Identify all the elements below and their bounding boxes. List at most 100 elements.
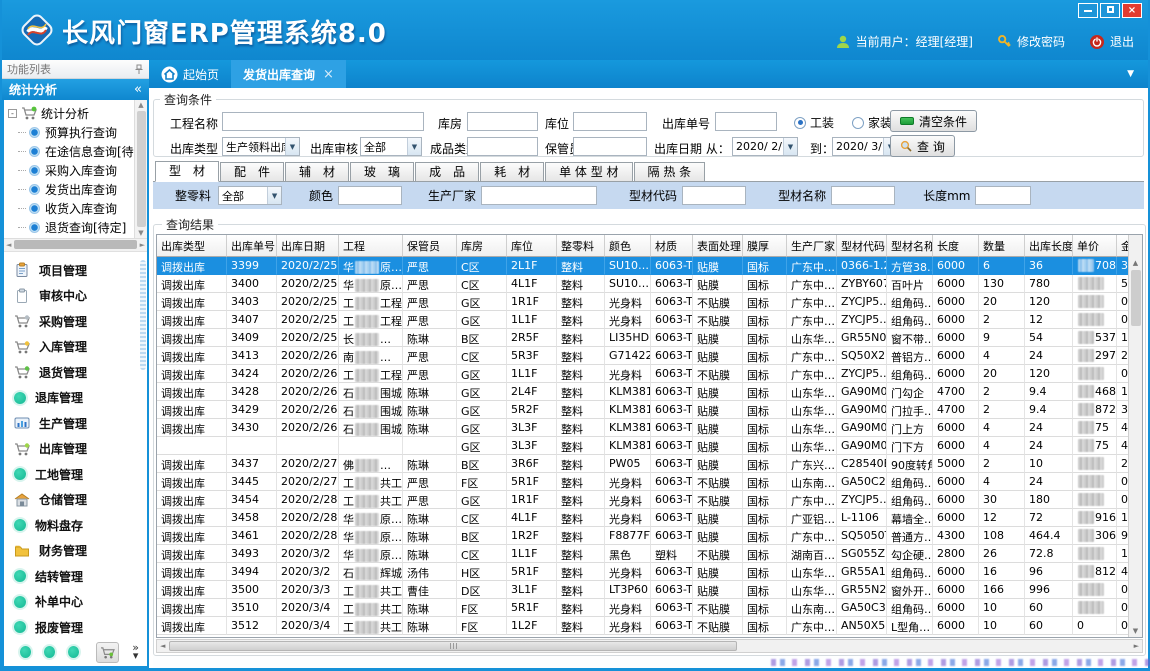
- table-row[interactable]: 调拨出库34002020/2/25华原…严思C区4L1F整料SU10…6063-…: [157, 275, 1142, 293]
- sidebar-item-仓储管理[interactable]: 仓储管理: [14, 487, 147, 513]
- out-type-select[interactable]: 生产领料出库▼: [222, 137, 300, 156]
- tab-active[interactable]: 发货出库查询 ×: [231, 60, 346, 88]
- table-row[interactable]: 调拨出库34242020/2/26工工程严思G区1L1F整料光身料6063-T5…: [157, 365, 1142, 383]
- material-tab[interactable]: 辅 材: [285, 162, 349, 181]
- material-tab[interactable]: 玻 璃: [350, 162, 414, 181]
- date-to-picker[interactable]: 2020/ 3/16▼: [832, 137, 898, 156]
- sidebar-item-退库管理[interactable]: 退库管理: [14, 385, 147, 411]
- column-header[interactable]: 颜色: [605, 235, 651, 257]
- quick-dot-icon[interactable]: [44, 646, 55, 658]
- column-header[interactable]: 生产厂家: [787, 235, 837, 257]
- sidebar-item-补单中心[interactable]: 补单中心: [14, 589, 147, 615]
- change-password-link[interactable]: 修改密码: [997, 33, 1065, 50]
- column-header[interactable]: 库房: [457, 235, 507, 257]
- material-tab[interactable]: 单 体 型 材: [545, 162, 632, 181]
- material-tab[interactable]: 型 材: [155, 161, 219, 182]
- tab-list-caret-icon[interactable]: ▼: [1127, 69, 1134, 79]
- tab-close-icon[interactable]: ×: [323, 67, 334, 82]
- project-name-input[interactable]: [222, 112, 424, 131]
- table-row[interactable]: 调拨出库34542020/2/28工共工程严思G区1R1F整料光身料6063-T…: [157, 491, 1142, 509]
- name-input[interactable]: [831, 186, 895, 205]
- column-header[interactable]: 表面处理: [693, 235, 743, 257]
- tree-item[interactable]: 发货出库查询: [8, 180, 147, 199]
- sidebar-item-审核中心[interactable]: 审核中心: [14, 283, 147, 309]
- column-header[interactable]: 出库长度: [1025, 235, 1073, 257]
- tree-item[interactable]: 采购入库查询: [8, 161, 147, 180]
- minimize-button[interactable]: [1078, 3, 1098, 18]
- column-header[interactable]: 工程: [339, 235, 403, 257]
- clear-conditions-button[interactable]: 清空条件: [890, 110, 977, 132]
- table-row[interactable]: 调拨出库34612020/2/28华原…陈琳B区1R2F整料F8877FT606…: [157, 527, 1142, 545]
- length-input[interactable]: [975, 186, 1031, 205]
- order-no-input[interactable]: [715, 112, 777, 131]
- warehouse-input[interactable]: [467, 112, 538, 131]
- table-row[interactable]: 调拨出库34942020/3/2石辉城汤伟H区5R1F整料光身料6063-T5贴…: [157, 563, 1142, 581]
- vendor-input[interactable]: [481, 186, 597, 205]
- sidebar-section-header[interactable]: 统计分析 «: [2, 79, 149, 100]
- grid-horizontal-scrollbar[interactable]: ◄►: [156, 639, 1143, 653]
- material-tab[interactable]: 耗 材: [480, 162, 544, 181]
- column-header[interactable]: 膜厚: [743, 235, 787, 257]
- tree-root[interactable]: - 统计分析: [8, 103, 147, 123]
- more-chevron[interactable]: »▾: [132, 644, 139, 660]
- tree-item[interactable]: 收货入库查询: [8, 199, 147, 218]
- table-row[interactable]: 调拨出库35102020/3/4工共工程陈琳F区5R1F整料光身料6063-T5…: [157, 599, 1142, 617]
- sidebar-item-财务管理[interactable]: 财务管理: [14, 538, 147, 564]
- pin-icon[interactable]: [134, 64, 144, 75]
- quick-dot-icon[interactable]: [20, 646, 31, 658]
- column-header[interactable]: 整零料: [557, 235, 605, 257]
- table-row[interactable]: 调拨出库34452020/2/27工共工程严思F区5R1F整料光身料6063-T…: [157, 473, 1142, 491]
- column-header[interactable]: 长度: [933, 235, 979, 257]
- table-row[interactable]: 调拨出库34292020/2/26石围城陈琳G区5R2F整料KLM3817606…: [157, 401, 1142, 419]
- search-button[interactable]: 查 询: [890, 135, 955, 157]
- tree-vertical-scrollbar[interactable]: ▲▼: [134, 100, 147, 238]
- column-header[interactable]: 出库单号: [227, 235, 277, 257]
- audit-select[interactable]: 全部▼: [360, 137, 422, 156]
- table-row[interactable]: 调拨出库35002020/3/3工共工程曹佳D区3L1F整料LT3P606063…: [157, 581, 1142, 599]
- table-row[interactable]: G区3L3F整料KLM38176063-T5贴膜国标山东华…GA90M09.门下…: [157, 437, 1142, 455]
- column-header[interactable]: 保管员: [403, 235, 457, 257]
- cart-quick-button[interactable]: [96, 642, 120, 663]
- sidebar-item-退货管理[interactable]: 退货管理: [14, 360, 147, 386]
- grid-vertical-scrollbar[interactable]: ▲▼: [1128, 235, 1142, 637]
- tab-home[interactable]: 起始页: [149, 60, 231, 88]
- table-row[interactable]: 调拨出库34932020/3/2华原…陈琳C区1L1F整料黑色塑料不贴膜国标湖南…: [157, 545, 1142, 563]
- menu-scrollbar[interactable]: [140, 260, 146, 370]
- table-row[interactable]: 调拨出库33992020/2/25华原…严思C区2L1F整料SU10…6063-…: [157, 257, 1142, 275]
- collapse-icon[interactable]: «: [134, 82, 142, 97]
- table-row[interactable]: 调拨出库34132020/2/26南…严思C区5R3F整料G714226063-…: [157, 347, 1142, 365]
- radio-gongzhuang[interactable]: 工装: [794, 114, 834, 131]
- sidebar-item-生产管理[interactable]: 生产管理: [14, 411, 147, 437]
- material-tab[interactable]: 配 件: [220, 162, 284, 181]
- quick-dot-icon[interactable]: [68, 646, 79, 658]
- location-input[interactable]: [573, 112, 647, 131]
- radio-jiazhuang[interactable]: 家装: [852, 114, 892, 131]
- tree-item[interactable]: 退货查询[待定]: [8, 218, 147, 237]
- column-header[interactable]: 型材代码: [837, 235, 887, 257]
- table-row[interactable]: 调拨出库34582020/2/28华原…陈琳C区4L1F整料光身料6063-T5…: [157, 509, 1142, 527]
- column-header[interactable]: 型材名称: [887, 235, 933, 257]
- sidebar-item-工地管理[interactable]: 工地管理: [14, 462, 147, 488]
- sidebar-item-出库管理[interactable]: 出库管理: [14, 436, 147, 462]
- code-input[interactable]: [682, 186, 746, 205]
- close-button[interactable]: ×: [1122, 3, 1142, 18]
- table-row[interactable]: 调拨出库34372020/2/27佛…陈琳B区3R6F整料PW056063-T5…: [157, 455, 1142, 473]
- column-header[interactable]: 单价: [1073, 235, 1117, 257]
- logout-link[interactable]: 退出: [1089, 33, 1134, 50]
- tree-horizontal-scrollbar[interactable]: ◄►: [4, 238, 147, 251]
- date-from-picker[interactable]: 2020/ 2/16▼: [732, 137, 798, 156]
- whole-select[interactable]: 全部▼: [218, 186, 282, 205]
- sidebar-item-入库管理[interactable]: 入库管理: [14, 334, 147, 360]
- tree-item[interactable]: 预算执行查询: [8, 123, 147, 142]
- tree-item[interactable]: 在途信息查询[待: [8, 142, 147, 161]
- column-header[interactable]: 库位: [507, 235, 557, 257]
- sidebar-item-结转管理[interactable]: 结转管理: [14, 564, 147, 590]
- sidebar-item-物料盘存[interactable]: 物料盘存: [14, 513, 147, 539]
- table-row[interactable]: 调拨出库34032020/2/25工工程严思G区1R1F整料光身料6063-T5…: [157, 293, 1142, 311]
- material-tab[interactable]: 隔 热 条: [634, 162, 706, 181]
- table-row[interactable]: 调拨出库34072020/2/25工工程严思G区1L1F整料光身料6063-T5…: [157, 311, 1142, 329]
- material-tab[interactable]: 成 品: [415, 162, 479, 181]
- table-row[interactable]: 调拨出库35122020/3/4工共工程陈琳F区1L2F整料光身料6063-T5…: [157, 617, 1142, 635]
- keeper-input[interactable]: [573, 137, 647, 156]
- table-row[interactable]: 调拨出库34092020/2/25长…陈琳B区2R5F整料LI35HD6063-…: [157, 329, 1142, 347]
